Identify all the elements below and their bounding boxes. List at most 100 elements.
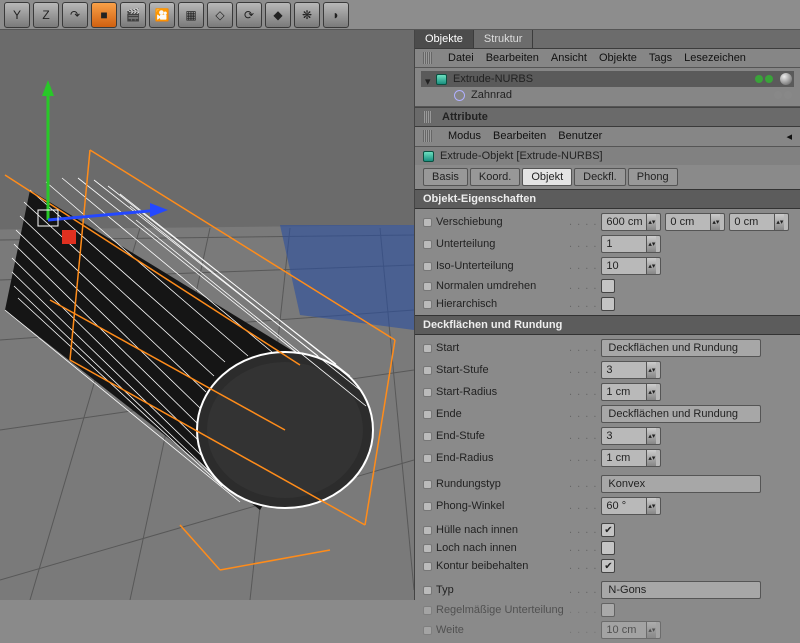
tree-item-zahnrad[interactable]: Zahnrad — [421, 87, 794, 103]
anim-dot-icon[interactable] — [423, 240, 432, 249]
expand-icon[interactable]: ▾ — [425, 75, 433, 83]
anim-dot-icon[interactable] — [423, 366, 432, 375]
anim-dot-icon[interactable] — [423, 282, 432, 291]
anim-dot-icon[interactable] — [423, 432, 432, 441]
prop-hierarchisch: Hierarchisch. . . . — [415, 295, 800, 313]
anim-dot-icon[interactable] — [423, 454, 432, 463]
attr-menu-modus[interactable]: Modus — [448, 130, 481, 143]
tree-item-extrude-nurbs[interactable]: ▾Extrude-NURBS — [421, 71, 794, 87]
prop-kontur-beibehalten: Kontur beibehalten. . . .✔ — [415, 557, 800, 575]
prop-end-radius: End-Radius. . . .1 cm▴▾ — [415, 447, 800, 469]
dropdown[interactable]: Deckflächen und Rundung — [601, 405, 761, 423]
spinner-icon[interactable]: ▴▾ — [646, 258, 656, 274]
anim-dot-icon[interactable] — [423, 526, 432, 535]
dropdown[interactable]: Deckflächen und Rundung — [601, 339, 761, 357]
anim-dot-icon[interactable] — [423, 262, 432, 271]
number-input[interactable]: 1▴▾ — [601, 235, 661, 253]
number-input[interactable]: 1 cm▴▾ — [601, 383, 661, 401]
attr-tab-objekt[interactable]: Objekt — [522, 168, 572, 186]
menu-datei[interactable]: Datei — [448, 52, 474, 64]
right-panel: ObjekteStruktur DateiBearbeitenAnsichtOb… — [414, 30, 800, 600]
menu-objekte[interactable]: Objekte — [599, 52, 637, 64]
toolbar-button-1[interactable]: Z — [33, 2, 59, 28]
checkbox[interactable]: ✔ — [601, 559, 615, 573]
anim-dot-icon[interactable] — [423, 544, 432, 553]
prop-rundungstyp: Rundungstyp. . . .Konvex — [415, 473, 800, 495]
number-input[interactable]: 60 °▴▾ — [601, 497, 661, 515]
grip-icon[interactable] — [423, 111, 432, 123]
anim-dot-icon[interactable] — [423, 606, 432, 615]
checkbox[interactable] — [601, 279, 615, 293]
number-input[interactable]: 0 cm▴▾ — [729, 213, 789, 231]
spinner-icon[interactable]: ▴▾ — [646, 236, 656, 252]
dropdown[interactable]: Konvex — [601, 475, 761, 493]
dropdown[interactable]: N-Gons — [601, 581, 761, 599]
checkbox[interactable] — [601, 603, 615, 617]
material-ball[interactable] — [780, 73, 792, 85]
checkbox[interactable] — [601, 541, 615, 555]
collapse-icon[interactable]: ◂ — [786, 130, 792, 143]
attr-tab-basis[interactable]: Basis — [423, 168, 468, 186]
menu-bearbeiten[interactable]: Bearbeiten — [486, 52, 539, 64]
toolbar-button-11[interactable]: ◗ — [323, 2, 349, 28]
number-input[interactable]: 10▴▾ — [601, 257, 661, 275]
number-input[interactable]: 3▴▾ — [601, 361, 661, 379]
grip-icon[interactable] — [423, 130, 432, 142]
attr-tab-koord[interactable]: Koord. — [470, 168, 520, 186]
number-input[interactable]: 600 cm▴▾ — [601, 213, 661, 231]
attr-tab-phong[interactable]: Phong — [628, 168, 678, 186]
toolbar-button-10[interactable]: ❋ — [294, 2, 320, 28]
toolbar-button-8[interactable]: ⟳ — [236, 2, 262, 28]
spinner-icon[interactable]: ▴▾ — [774, 214, 784, 230]
anim-dot-icon[interactable] — [423, 218, 432, 227]
anim-dot-icon[interactable] — [423, 480, 432, 489]
spinner-icon[interactable]: ▴▾ — [646, 450, 656, 466]
spinner-icon[interactable]: ▴▾ — [646, 428, 656, 444]
toolbar-button-0[interactable]: Y — [4, 2, 30, 28]
number-input[interactable]: 1 cm▴▾ — [601, 449, 661, 467]
panel-tab-objekte[interactable]: Objekte — [415, 30, 474, 48]
vis-dot[interactable] — [755, 75, 763, 83]
toolbar-button-3[interactable]: ■ — [91, 2, 117, 28]
toolbar-button-4[interactable]: 🎬 — [120, 2, 146, 28]
spinner-icon[interactable]: ▴▾ — [710, 214, 720, 230]
attr-tab-deckfl[interactable]: Deckfl. — [574, 168, 626, 186]
anim-dot-icon[interactable] — [423, 388, 432, 397]
prop-h-lle-nach-innen: Hülle nach innen. . . .✔ — [415, 521, 800, 539]
anim-dot-icon[interactable] — [423, 562, 432, 571]
attr-menu-benutzer[interactable]: Benutzer — [558, 130, 602, 143]
anim-dot-icon[interactable] — [423, 502, 432, 511]
checkbox[interactable]: ✔ — [601, 523, 615, 537]
anim-dot-icon[interactable] — [423, 626, 432, 635]
spinner-icon[interactable]: ▴▾ — [646, 622, 656, 638]
toolbar-button-2[interactable]: ↷ — [62, 2, 88, 28]
spinner-icon[interactable]: ▴▾ — [646, 214, 656, 230]
attribute-header: Attribute — [415, 107, 800, 127]
prop-regelm-ige-unterteilung: Regelmäßige Unterteilung. . . . — [415, 601, 800, 619]
menu-lesezeichen[interactable]: Lesezeichen — [684, 52, 746, 64]
panel-tab-struktur[interactable]: Struktur — [474, 30, 534, 48]
number-input[interactable]: 3▴▾ — [601, 427, 661, 445]
toolbar-button-7[interactable]: ◇ — [207, 2, 233, 28]
menu-ansicht[interactable]: Ansicht — [551, 52, 587, 64]
attr-menu-bearbeiten[interactable]: Bearbeiten — [493, 130, 546, 143]
grip-icon[interactable] — [423, 52, 432, 64]
spinner-icon[interactable]: ▴▾ — [646, 362, 656, 378]
anim-dot-icon[interactable] — [423, 300, 432, 309]
checkbox[interactable] — [601, 297, 615, 311]
toolbar-button-9[interactable]: ◆ — [265, 2, 291, 28]
viewport[interactable]: Ansicht ✥ ⤧ ⟲ ▢ — [0, 30, 414, 600]
number-input[interactable]: 0 cm▴▾ — [665, 213, 725, 231]
vis-dot[interactable] — [765, 75, 773, 83]
menu-tags[interactable]: Tags — [649, 52, 672, 64]
spinner-icon[interactable]: ▴▾ — [646, 498, 656, 514]
spinner-icon[interactable]: ▴▾ — [646, 384, 656, 400]
number-input[interactable]: 10 cm▴▾ — [601, 621, 661, 639]
hierarchy-tree[interactable]: ▾Extrude-NURBS Zahnrad — [415, 68, 800, 107]
spline-icon — [454, 90, 465, 101]
toolbar-button-5[interactable]: 🎦 — [149, 2, 175, 28]
toolbar-button-6[interactable]: ▦ — [178, 2, 204, 28]
anim-dot-icon[interactable] — [423, 344, 432, 353]
anim-dot-icon[interactable] — [423, 586, 432, 595]
anim-dot-icon[interactable] — [423, 410, 432, 419]
